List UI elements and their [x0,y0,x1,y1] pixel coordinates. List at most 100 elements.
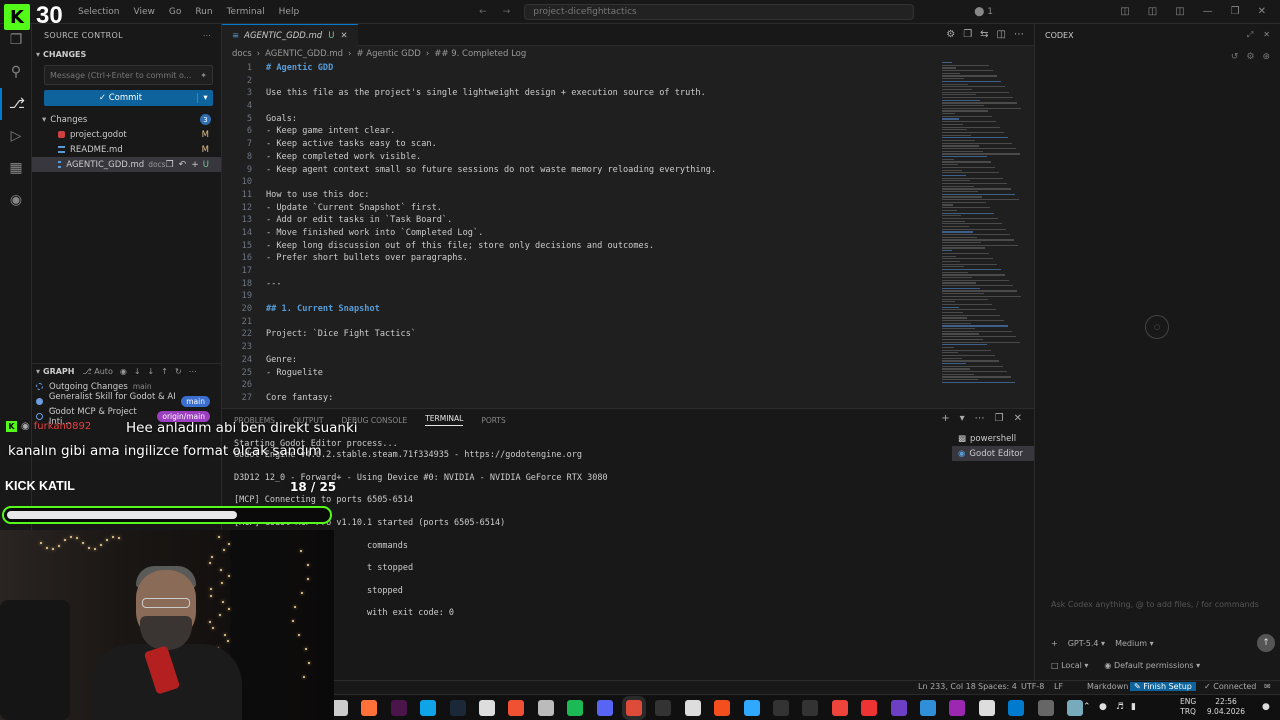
close-icon[interactable]: ✕ [1263,30,1270,40]
forward-arrow-icon[interactable]: → [503,7,511,17]
epic-icon[interactable] [773,700,789,716]
clock[interactable]: 22:56 9.04.2026 [1206,697,1246,717]
breadcrumb-item[interactable]: AGENTIC_GDD.md [265,49,343,59]
terminal-output[interactable]: Starting Godot Editor process... Godot En… [234,439,934,620]
code-line[interactable]: 20 ## 1. Current Snapshot [222,303,942,316]
code-line[interactable]: 22 Project: `Dice Fight Tactics` [222,328,942,341]
env-select[interactable]: □ Local ▾ [1051,661,1088,670]
network-icon[interactable]: ● [1099,702,1107,712]
code-line[interactable]: 8 - Keep completed work visible. [222,151,942,164]
menu-run[interactable]: Run [195,7,212,17]
permissions-select[interactable]: ◉ Default permissions ▾ [1104,661,1200,670]
breadcrumb-item[interactable]: ## 9. Completed Log [434,49,526,59]
anydesk-icon[interactable] [831,700,848,716]
tools-icon[interactable] [920,700,936,716]
code-line[interactable]: 23 [222,341,942,354]
open-preview-icon[interactable]: ❐ [963,29,972,40]
godot-icon[interactable]: ◉ [0,184,32,216]
open-file-icon[interactable]: ❐ [166,160,174,170]
sync-icon[interactable]: ↻ [175,367,182,376]
more-actions-icon[interactable]: ⋯ [203,31,211,40]
branch-auto-icon[interactable]: ⎇ Auto [83,367,113,376]
effort-select[interactable]: Medium ▾ [1115,639,1154,648]
push-icon[interactable]: ↑ [161,367,168,376]
discard-icon[interactable]: ↶ [179,160,187,170]
settings-gear-icon[interactable]: ⚙ [946,29,955,40]
code-line[interactable]: 26 [222,379,942,392]
code-line[interactable]: 11 How to use this doc: [222,189,942,202]
photoshop-icon[interactable] [743,700,760,716]
sparkle-icon[interactable]: ✦ [200,71,207,80]
panel-toggle-icon[interactable]: ◫ [1175,6,1184,17]
code-line[interactable]: 5 Goals: [222,113,942,126]
changes-group[interactable]: ▾ Changes 3 [32,112,221,127]
code-line[interactable]: 19 [222,290,942,303]
changed-file-agentic-gdd[interactable]: AGENTIC_GDD.md docs ❐ ↶ + U [32,157,221,172]
close-window-icon[interactable]: ✕ [1258,6,1266,17]
code-line[interactable]: 21 [222,316,942,329]
tab-terminal[interactable]: TERMINAL [425,414,464,426]
inkscape-icon[interactable] [802,700,819,716]
language-mode[interactable]: Markdown [1087,682,1128,691]
unreal-icon[interactable] [978,700,995,716]
volume-icon[interactable]: ♬ [1116,702,1124,712]
commit-button[interactable]: ✓ Commit ▾ [44,90,213,106]
code-line[interactable]: 27 Core fantasy: [222,392,942,405]
terminal-session-powershell[interactable]: ▩ powershell [952,431,1034,446]
code-line[interactable]: 15 - Keep long discussion out of this fil… [222,240,942,253]
code-line[interactable]: 3 Use this file as the project's single l… [222,87,942,100]
history-icon[interactable]: ↺ [1231,52,1239,62]
git-icon[interactable] [508,700,525,716]
unity-icon[interactable] [479,700,495,716]
finish-setup-button[interactable]: ✎ Finish Setup [1130,682,1196,691]
commit-dropdown-icon[interactable]: ▾ [197,93,213,103]
new-terminal-icon[interactable]: + [941,413,949,424]
code-line[interactable]: 13 - Add or edit tasks in `Task Board`. [222,214,942,227]
code-line[interactable]: 14 - Move finished work into `Completed L… [222,227,942,240]
minimap[interactable] [942,62,1024,408]
edge-icon[interactable] [420,700,437,716]
code-line[interactable]: 24 Genre: [222,354,942,367]
changed-file-project-godot[interactable]: project.godot M [32,127,221,142]
eye-icon[interactable]: ◉ [120,367,127,376]
notification-center-icon[interactable]: ● [1262,702,1270,712]
encoding[interactable]: UTF-8 [1021,682,1044,691]
menu-go[interactable]: Go [169,7,181,17]
app2-icon[interactable] [1067,700,1083,716]
steam-icon[interactable] [449,700,466,716]
firefox-icon[interactable] [361,700,378,716]
new-chat-icon[interactable]: ⊕ [1262,52,1270,62]
pull-icon[interactable]: ↓ [148,367,155,376]
slack-icon[interactable] [390,700,407,716]
notepad-icon[interactable] [949,700,966,716]
stage-icon[interactable]: + [191,160,199,170]
breadcrumb-item[interactable]: docs [232,49,252,59]
extensions-icon[interactable]: ▦ [0,152,32,184]
more-actions-icon[interactable]: ⋯ [1014,29,1024,40]
menu-selection[interactable]: Selection [78,7,119,17]
copilot-indicator[interactable]: ⬤ 1 [974,7,993,17]
terminal-session-godot[interactable]: ◉ Godot Editor [952,446,1034,461]
command-center-search[interactable]: project-dicefighttactics [524,3,915,20]
graph-section-header[interactable]: ▾ GRAPH ⎇ Auto ◉ ↓ ↓ ↑ ↻ ⋯ [32,363,222,379]
minimize-icon[interactable]: — [1203,6,1213,17]
add-context-icon[interactable]: + [1051,639,1058,648]
code-line[interactable]: 12 - Update `Current Snapshot` first. [222,202,942,215]
tab-agentic-gdd[interactable]: ≡ AGENTIC_GDD.md U ✕ [222,24,358,46]
tab-ports[interactable]: PORTS [481,416,505,425]
code-line[interactable]: 16 - Prefer short bullets over paragraphs… [222,252,942,265]
layout-icon[interactable]: ◫ [1120,6,1129,17]
code-view[interactable]: 1 # Agentic GDD 2 3 Use this file as the pro… [222,62,942,408]
search-icon[interactable]: ⚲ [0,56,32,88]
close-tab-icon[interactable]: ✕ [340,31,347,41]
vscode-icon[interactable] [1008,700,1025,716]
app-icon[interactable] [1037,700,1054,716]
clock-app-icon[interactable] [332,700,348,716]
more-icon[interactable]: ⋯ [189,367,197,376]
menu-view[interactable]: View [133,7,154,17]
notifications-icon[interactable]: ✉ [1264,682,1271,691]
commit-message-input[interactable]: Message (Ctrl+Enter to commit o... ✦ [44,65,213,85]
sidebar-toggle-icon[interactable]: ◫ [1148,6,1157,17]
terminal-icon[interactable] [655,700,672,716]
code-line[interactable]: 25 - Roguelite [222,367,942,380]
